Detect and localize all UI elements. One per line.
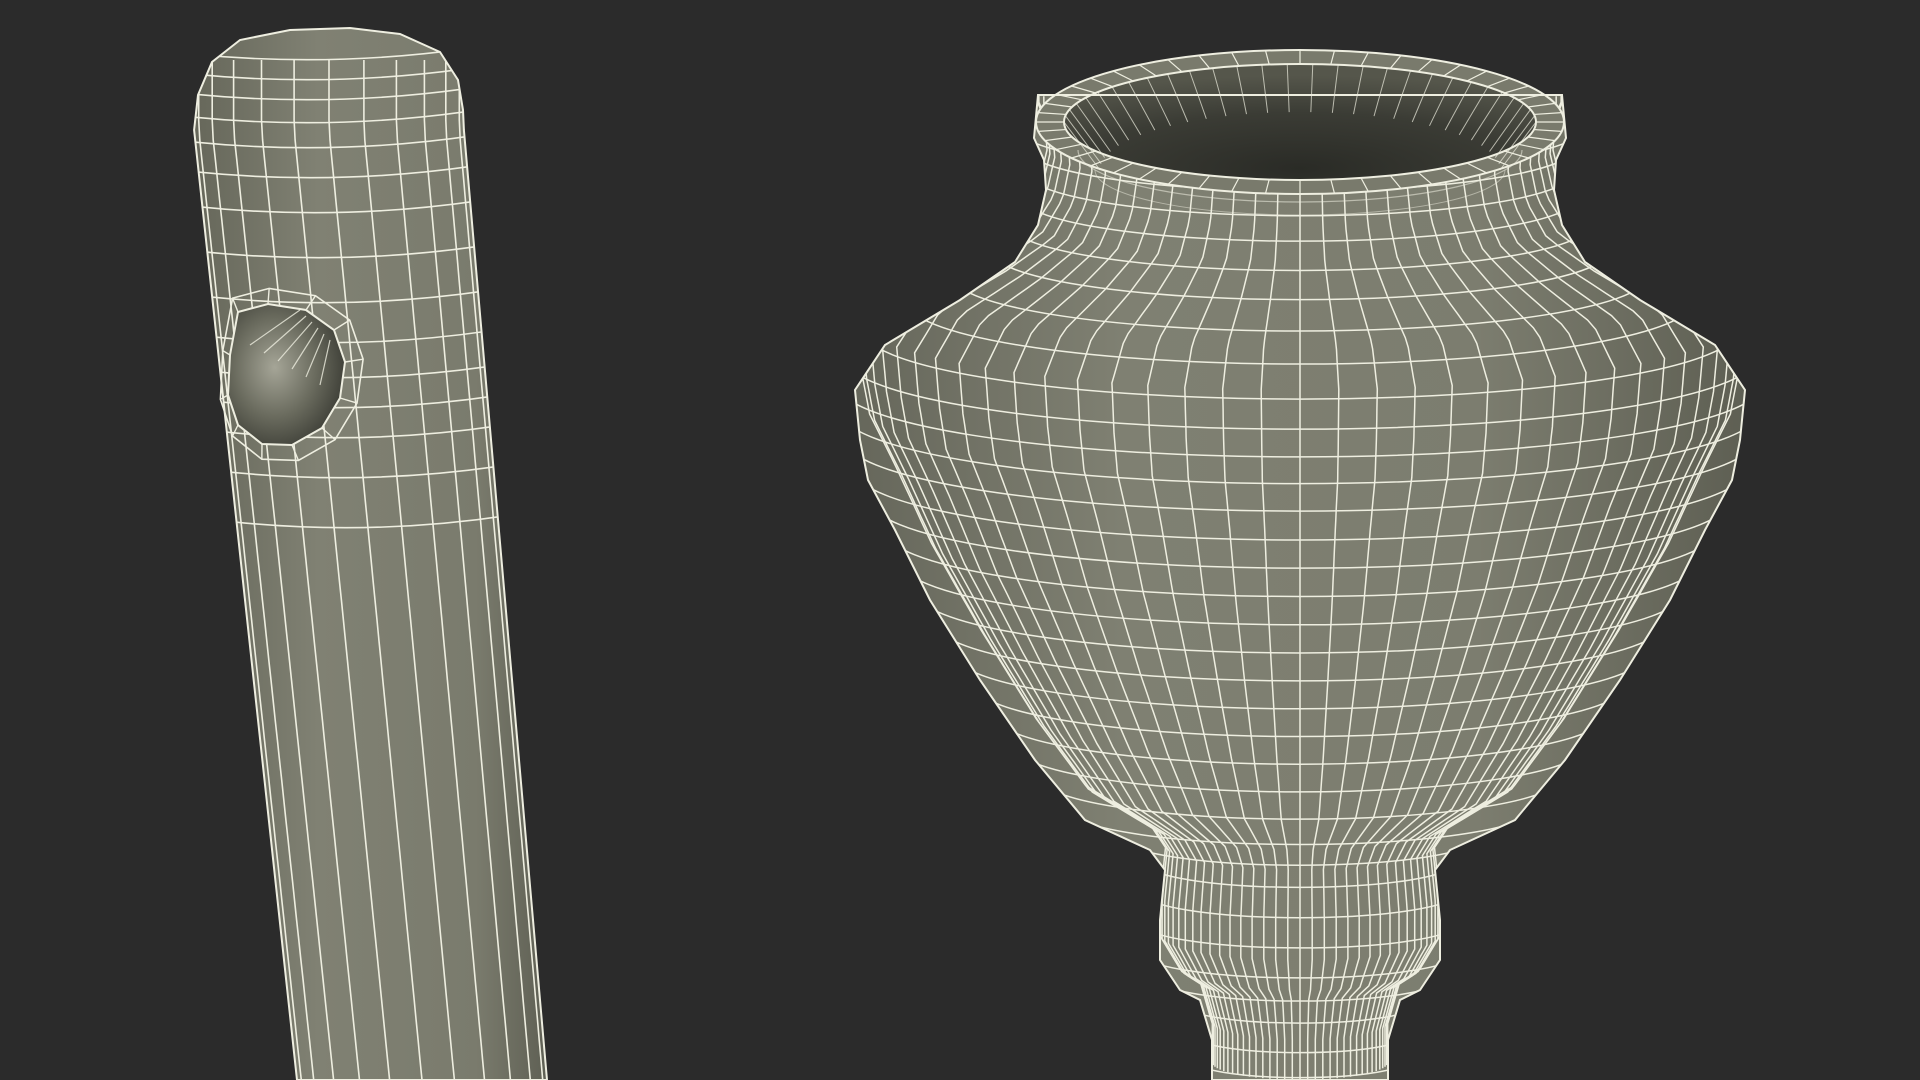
- cup-wireframe: [855, 95, 1745, 1080]
- cup-finial: [853, 49, 1747, 1080]
- tube-with-hole: [193, 26, 549, 1080]
- wireframe-scene: [193, 26, 1747, 1080]
- cup-opening: [1063, 63, 1537, 181]
- render-viewport: [0, 0, 1920, 1080]
